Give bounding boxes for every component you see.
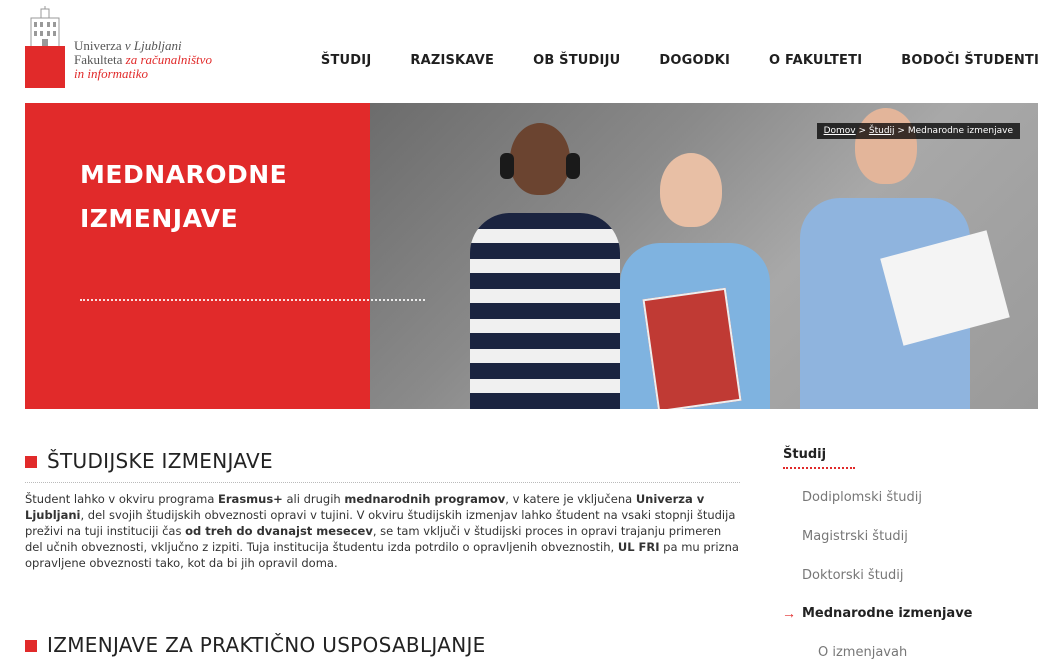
arrow-right-icon: → — [782, 605, 796, 621]
nav-item-studij[interactable]: ŠTUDIJ — [321, 53, 371, 73]
logo-red-square — [25, 46, 65, 88]
sidebar-item-doktorski[interactable]: Doktorski študij — [802, 568, 904, 583]
logo-line3-italic: in informatiko — [74, 66, 149, 81]
section-studijske-izmenjave: ŠTUDIJSKE IZMENJAVE — [25, 449, 740, 483]
section-paragraph: Študent lahko v okviru programa Erasmus+… — [25, 492, 739, 570]
hero-red-panel — [25, 103, 370, 409]
main-nav: ŠTUDIJ RAZISKAVE OB ŠTUDIJU DOGODKI O FA… — [321, 53, 1039, 73]
breadcrumb: Domov > Študij > Mednarodne izmenjave — [816, 123, 1020, 139]
breadcrumb-separator: > — [894, 126, 908, 136]
page-title: MEDNARODNE IZMENJAVE — [80, 153, 340, 241]
section-title: ŠTUDIJSKE IZMENJAVE — [47, 449, 273, 473]
breadcrumb-current: Mednarodne izmenjave — [907, 126, 1013, 136]
sidebar-title: Študij — [783, 447, 827, 462]
logo-line1-italic: v Ljubljani — [124, 38, 182, 53]
sidebar-item-magistrski[interactable]: Magistrski študij — [802, 529, 908, 544]
logo-line2: Fakulteta — [74, 52, 126, 67]
bold-mednarodni-programi: mednarodnih programov — [344, 492, 506, 506]
faculty-logo[interactable]: Univerza v Ljubljani Fakulteta za računa… — [25, 6, 285, 88]
section-dotted-divider — [25, 482, 740, 483]
bold-ul-fri: UL FRI — [617, 540, 660, 554]
sidebar-dotted-divider — [783, 467, 855, 469]
nav-item-dogodki[interactable]: DOGODKI — [659, 53, 730, 73]
section-title: IZMENJAVE ZA PRAKTIČNO USPOSABLJANJE — [47, 633, 486, 657]
section-bullet-square — [25, 639, 37, 652]
logo-line2-italic: za računalništvo — [125, 52, 212, 67]
section-bullet-square — [25, 455, 37, 468]
sidebar-item-mednarodne-izmenjave[interactable]: Mednarodne izmenjave — [802, 606, 973, 621]
nav-item-raziskave[interactable]: RAZISKAVE — [410, 53, 494, 73]
section-prakticno-usposabljanje: IZMENJAVE ZA PRAKTIČNO USPOSABLJANJE — [25, 633, 740, 657]
sidebar-item-dodiplomski[interactable]: Dodiplomski študij — [802, 490, 922, 505]
page-title-line2: IZMENJAVE — [80, 204, 239, 233]
nav-item-ob-studiju[interactable]: OB ŠTUDIJU — [533, 53, 620, 73]
hero-dotted-divider — [80, 299, 425, 301]
university-building-icon — [30, 6, 60, 48]
hero-banner: Domov > Študij > Mednarodne izmenjave ME… — [25, 103, 1038, 409]
nav-item-bodoci-studenti[interactable]: BODOČI ŠTUDENTI — [901, 53, 1039, 73]
student-right-figure — [800, 103, 1010, 409]
bold-erasmus: Erasmus+ — [218, 492, 283, 506]
logo-line1: Univerza — [74, 38, 125, 53]
student-left-figure — [470, 113, 620, 409]
breadcrumb-studij-link[interactable]: Študij — [869, 126, 895, 136]
student-center-figure — [610, 133, 780, 409]
bold-duration: od treh do dvanajst mesecev — [185, 524, 373, 538]
sidebar-subitem-o-izmenjavah[interactable]: O izmenjavah — [818, 645, 907, 660]
breadcrumb-separator: > — [855, 126, 869, 136]
breadcrumb-home-link[interactable]: Domov — [824, 126, 856, 136]
hero-photo: Domov > Študij > Mednarodne izmenjave — [370, 103, 1038, 409]
page-title-line1: MEDNARODNE — [80, 160, 288, 189]
nav-item-o-fakulteti[interactable]: O FAKULTETI — [769, 53, 862, 73]
logo-text: Univerza v Ljubljani Fakulteta za računa… — [74, 39, 212, 81]
